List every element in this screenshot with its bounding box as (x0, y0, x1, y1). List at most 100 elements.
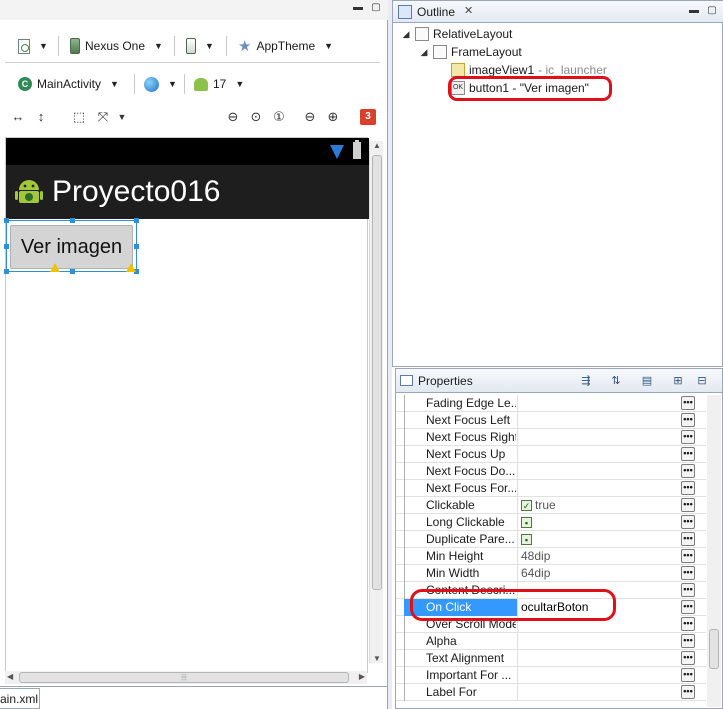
property-value-checkbox[interactable]: ✓ true (517, 497, 681, 514)
zoom-real-size-icon[interactable]: ⊙ (248, 109, 264, 125)
property-value[interactable] (517, 412, 681, 429)
sort-az-icon[interactable]: ⇅ (608, 373, 624, 389)
theme-dropdown[interactable]: ★ AppTheme ▼ (234, 34, 337, 58)
resize-handle[interactable] (4, 244, 9, 249)
filter-icon[interactable]: ⇶ (578, 373, 594, 389)
resize-handle[interactable] (134, 218, 139, 223)
outline-tab[interactable]: Outline ✕ ▬ ▢ (393, 1, 723, 23)
canvas-horizontal-scrollbar[interactable]: ◀ ⦙⦙⦙ ▶ (5, 671, 367, 684)
tree-item-framelayout[interactable]: ◢ FrameLayout (419, 43, 522, 61)
maximize-icon[interactable]: ▢ (370, 2, 382, 14)
scroll-up-icon[interactable]: ▲ (373, 141, 381, 150)
resize-icon[interactable]: ⤧ (95, 109, 111, 125)
more-button[interactable]: ••• (681, 600, 695, 614)
property-value[interactable] (517, 395, 681, 412)
selected-widget-outline[interactable]: Ver imagen (4, 218, 139, 274)
resize-handle[interactable] (70, 269, 75, 274)
property-row[interactable]: Duplicate Pare... ▪ ••• (396, 531, 706, 548)
ver-imagen-button[interactable]: Ver imagen (10, 225, 133, 269)
expand-arrow-icon[interactable]: ◢ (419, 43, 429, 61)
margins-icon[interactable]: ⬚ (71, 109, 87, 125)
property-row[interactable]: Min Height 48dip ••• (396, 548, 706, 565)
orientation-dropdown[interactable]: ▼ (182, 34, 218, 58)
scroll-left-icon[interactable]: ◀ (7, 672, 13, 681)
property-value[interactable] (517, 633, 681, 650)
scrollbar-thumb[interactable] (709, 629, 719, 669)
scroll-right-icon[interactable]: ▶ (359, 672, 365, 681)
property-row[interactable]: Clickable ✓ true ••• (396, 497, 706, 514)
expand-all-icon[interactable]: ⊞ (670, 373, 686, 389)
property-row[interactable]: Next Focus For... ••• (396, 480, 706, 497)
minimize-icon[interactable]: ▬ (352, 2, 364, 14)
property-value[interactable]: 64dip (517, 565, 681, 582)
properties-vertical-scrollbar[interactable] (707, 395, 721, 707)
fill-width-icon[interactable]: ↔ (10, 109, 26, 125)
file-tab[interactable]: ain.xml (0, 688, 40, 709)
more-button[interactable]: ••• (681, 685, 695, 699)
zoom-out-fit-icon[interactable]: ⊖ (225, 109, 241, 125)
layout-config-dropdown[interactable]: ▼ (14, 34, 52, 58)
property-row[interactable]: Fading Edge Le... ••• (396, 395, 706, 412)
activity-dropdown[interactable]: C MainActivity ▼ (14, 72, 123, 96)
property-value-checkbox[interactable]: ▪ (517, 514, 681, 531)
scrollbar-thumb[interactable] (372, 155, 382, 590)
more-button[interactable]: ••• (681, 481, 695, 495)
property-row[interactable]: Min Width 64dip ••• (396, 565, 706, 582)
resize-handle[interactable] (4, 218, 9, 223)
property-value[interactable] (517, 684, 681, 701)
maximize-icon[interactable]: ▢ (706, 5, 718, 17)
expand-arrow-icon[interactable]: ◢ (401, 25, 411, 43)
close-icon[interactable]: ✕ (464, 4, 473, 17)
more-button[interactable]: ••• (681, 515, 695, 529)
properties-tab[interactable]: Properties ⇶ ⇅ ▤ ⊞ ⊟ (396, 369, 722, 393)
more-button[interactable]: ••• (681, 430, 695, 444)
more-button[interactable]: ••• (681, 413, 695, 427)
property-value[interactable] (517, 480, 681, 497)
property-row[interactable]: Long Clickable ▪ ••• (396, 514, 706, 531)
property-row[interactable]: Text Alignment ••• (396, 650, 706, 667)
property-value-checkbox[interactable]: ▪ (517, 531, 681, 548)
resize-handle[interactable] (4, 269, 9, 274)
scrollbar-thumb[interactable]: ⦙⦙⦙ (19, 672, 349, 683)
scroll-down-icon[interactable]: ▼ (373, 654, 381, 663)
property-row[interactable]: Label For ••• (396, 684, 706, 701)
minimize-icon[interactable]: ▬ (688, 5, 700, 17)
property-row[interactable]: Next Focus Left ••• (396, 412, 706, 429)
more-button[interactable]: ••• (681, 617, 695, 631)
zoom-out-icon[interactable]: ⊖ (302, 109, 318, 125)
canvas-vertical-scrollbar[interactable]: ▲ ▼ (369, 141, 383, 663)
more-button[interactable]: ••• (681, 566, 695, 580)
error-count-badge[interactable]: 3 (360, 109, 376, 125)
more-button[interactable]: ••• (681, 651, 695, 665)
fill-height-icon[interactable]: ↕ (33, 109, 49, 125)
property-value[interactable] (517, 429, 681, 446)
api-level-dropdown[interactable]: 17 ▼ (190, 72, 248, 96)
more-button[interactable]: ••• (681, 532, 695, 546)
checkbox-indeterminate[interactable]: ▪ (521, 534, 532, 545)
more-button[interactable]: ••• (681, 464, 695, 478)
property-row[interactable]: Next Focus Up ••• (396, 446, 706, 463)
zoom-in-icon[interactable]: ⊕ (325, 109, 341, 125)
property-row[interactable]: Next Focus Do... ••• (396, 463, 706, 480)
property-row[interactable]: Important For ... ••• (396, 667, 706, 684)
resize-handle[interactable] (134, 244, 139, 249)
more-button[interactable]: ••• (681, 549, 695, 563)
locale-dropdown[interactable]: ▼ (140, 72, 181, 96)
more-button[interactable]: ••• (681, 396, 695, 410)
resize-handle[interactable] (70, 218, 75, 223)
property-value[interactable] (517, 446, 681, 463)
property-value[interactable] (517, 463, 681, 480)
more-button[interactable]: ••• (681, 447, 695, 461)
more-button[interactable]: ••• (681, 498, 695, 512)
chevron-down-icon[interactable]: ▼ (114, 109, 130, 125)
property-value[interactable] (517, 667, 681, 684)
advanced-icon[interactable]: ▤ (639, 373, 655, 389)
property-row[interactable]: Next Focus Right ••• (396, 429, 706, 446)
more-button[interactable]: ••• (681, 634, 695, 648)
property-value[interactable] (517, 650, 681, 667)
checkbox-checked[interactable]: ✓ (521, 500, 532, 511)
checkbox-indeterminate[interactable]: ▪ (521, 517, 532, 528)
property-row[interactable]: Alpha ••• (396, 633, 706, 650)
collapse-all-icon[interactable]: ⊟ (694, 373, 710, 389)
tree-item-relativelayout[interactable]: ◢ RelativeLayout (401, 25, 512, 43)
